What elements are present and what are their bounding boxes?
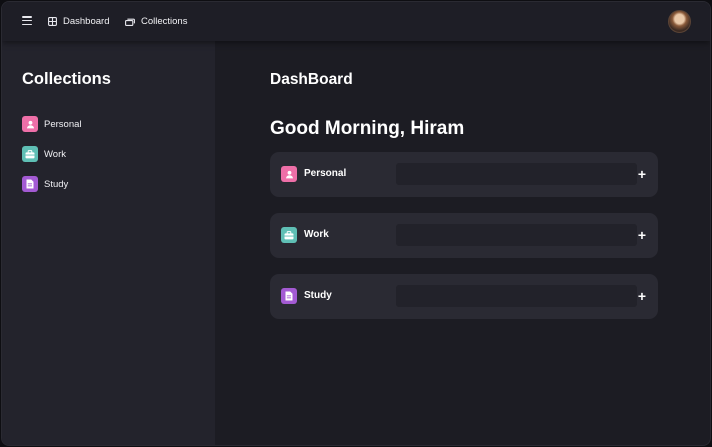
progress-bar xyxy=(396,285,637,307)
collection-card-personal[interactable]: Personal + xyxy=(270,152,658,197)
nav-dashboard-label: Dashboard xyxy=(63,16,110,27)
page-title: DashBoard xyxy=(270,71,353,88)
sidebar-item-label: Personal xyxy=(44,118,82,130)
add-task-button[interactable]: + xyxy=(634,226,650,244)
nav-collections-label: Collections xyxy=(141,16,188,27)
sidebar-item-label: Study xyxy=(44,178,69,190)
briefcase-icon xyxy=(22,146,38,162)
card-label: Work xyxy=(304,229,329,240)
sidebar-item-work[interactable]: Work xyxy=(22,146,66,162)
briefcase-icon xyxy=(281,227,297,243)
document-icon xyxy=(22,176,38,192)
add-task-button[interactable]: + xyxy=(634,287,650,305)
person-icon xyxy=(281,166,297,182)
document-icon xyxy=(281,288,297,304)
top-bar: Dashboard Collections xyxy=(2,2,710,41)
grid-icon xyxy=(48,17,57,26)
avatar[interactable] xyxy=(668,10,691,33)
sidebar: Collections Personal Work Study xyxy=(2,41,215,445)
sidebar-item-label: Work xyxy=(44,148,66,160)
progress-bar xyxy=(396,163,637,185)
nav-collections[interactable]: Collections xyxy=(125,2,187,41)
greeting-heading: Good Morning, Hiram xyxy=(270,118,465,139)
stack-icon xyxy=(125,18,135,26)
collection-card-study[interactable]: Study + xyxy=(270,274,658,319)
app-window: Dashboard Collections Collections Person… xyxy=(1,1,711,446)
sidebar-item-personal[interactable]: Personal xyxy=(22,116,82,132)
person-icon xyxy=(22,116,38,132)
main-content: DashBoard Good Morning, Hiram Personal +… xyxy=(215,41,710,445)
add-task-button[interactable]: + xyxy=(634,165,650,183)
sidebar-title: Collections xyxy=(22,70,111,88)
progress-bar xyxy=(396,224,637,246)
card-label: Study xyxy=(304,290,332,301)
collection-card-work[interactable]: Work + xyxy=(270,213,658,258)
hamburger-icon[interactable] xyxy=(22,16,32,26)
card-label: Personal xyxy=(304,168,347,179)
sidebar-item-study[interactable]: Study xyxy=(22,176,68,192)
nav-dashboard[interactable]: Dashboard xyxy=(48,2,109,41)
